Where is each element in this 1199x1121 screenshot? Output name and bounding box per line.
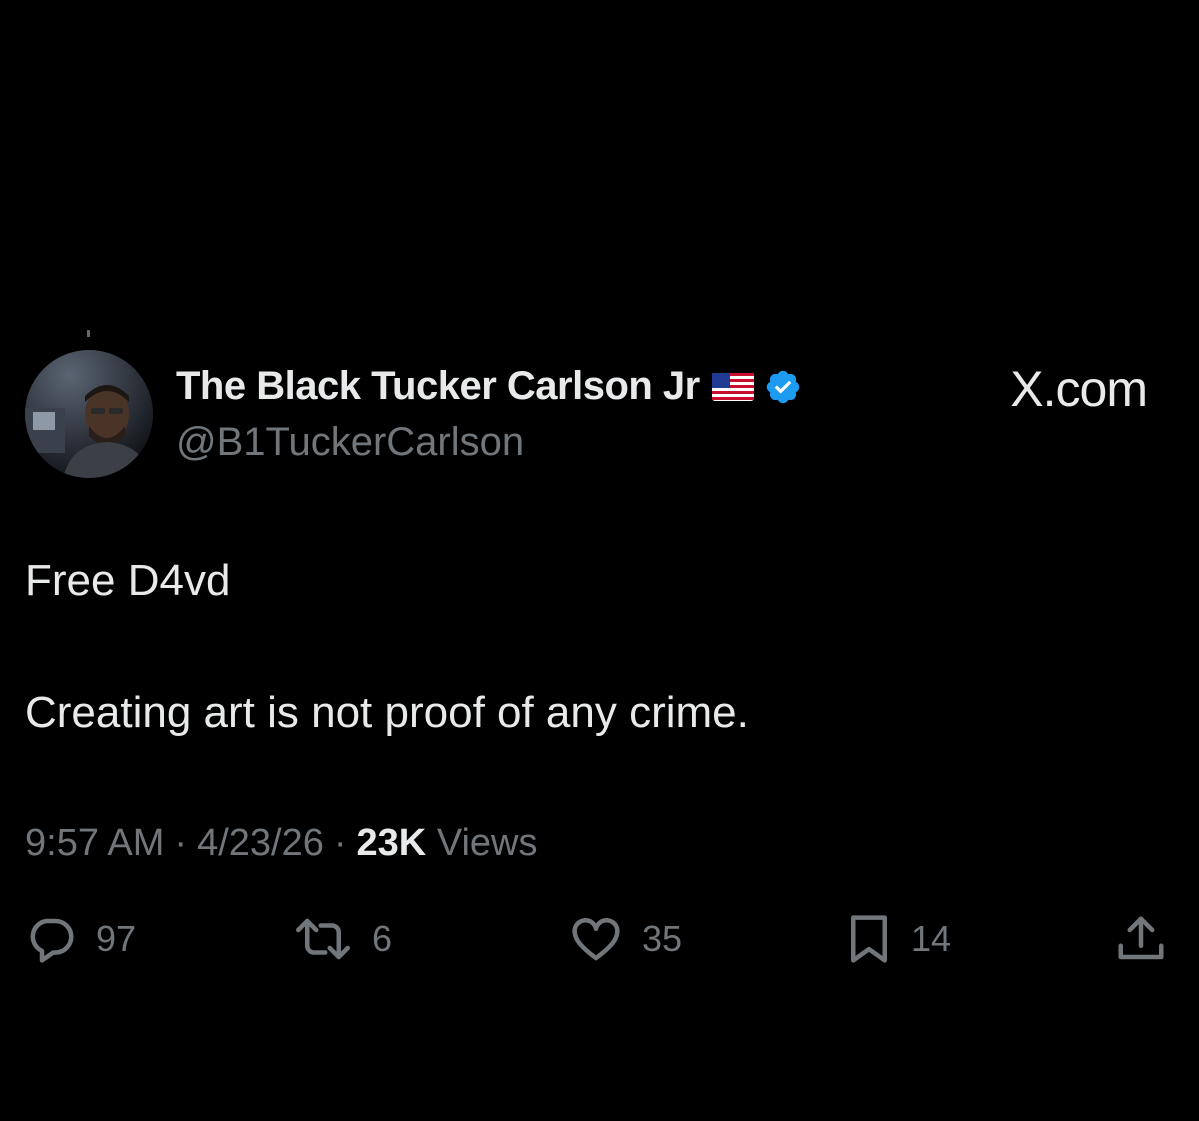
like-count: 35 <box>642 918 683 959</box>
reply-button[interactable]: 97 <box>24 912 136 966</box>
us-flag-icon <box>711 372 754 401</box>
bookmark-icon <box>851 915 887 963</box>
repost-button[interactable]: 6 <box>292 912 392 966</box>
site-watermark: X.com <box>1010 361 1148 417</box>
tweet-meta: 9:57 AM · 4/23/26 · 23K Views <box>25 822 538 865</box>
heart-icon <box>572 918 620 961</box>
avatar-image <box>25 350 153 478</box>
tweet-text-line: Free D4vd <box>25 556 231 605</box>
meta-separator: · <box>174 822 188 864</box>
meta-separator: · <box>333 822 347 864</box>
avatar[interactable] <box>25 350 153 478</box>
repost-count: 6 <box>372 918 393 959</box>
reply-count: 97 <box>96 918 137 959</box>
reply-icon <box>30 918 74 963</box>
bookmark-count: 14 <box>911 918 952 959</box>
author-display-name[interactable]: The Black Tucker Carlson Jr <box>176 364 700 409</box>
verified-badge-icon[interactable] <box>764 368 802 406</box>
share-button[interactable] <box>1114 912 1168 966</box>
views-label: Views <box>436 822 538 864</box>
author-handle[interactable]: @B1TuckerCarlson <box>176 420 524 465</box>
tweet-text-line: Creating art is not proof of any crime. <box>25 688 749 737</box>
tweet-time[interactable]: 9:57 AM <box>25 822 164 864</box>
tweet-date[interactable]: 4/23/26 <box>197 822 324 864</box>
repost-icon <box>296 918 350 960</box>
like-button[interactable]: 35 <box>568 912 682 966</box>
views-count[interactable]: 23K <box>357 822 427 864</box>
author-name-row[interactable]: The Black Tucker Carlson Jr <box>176 364 802 409</box>
decorative-dot <box>87 330 90 337</box>
bookmark-button[interactable]: 14 <box>845 912 951 966</box>
share-icon <box>1118 916 1164 960</box>
